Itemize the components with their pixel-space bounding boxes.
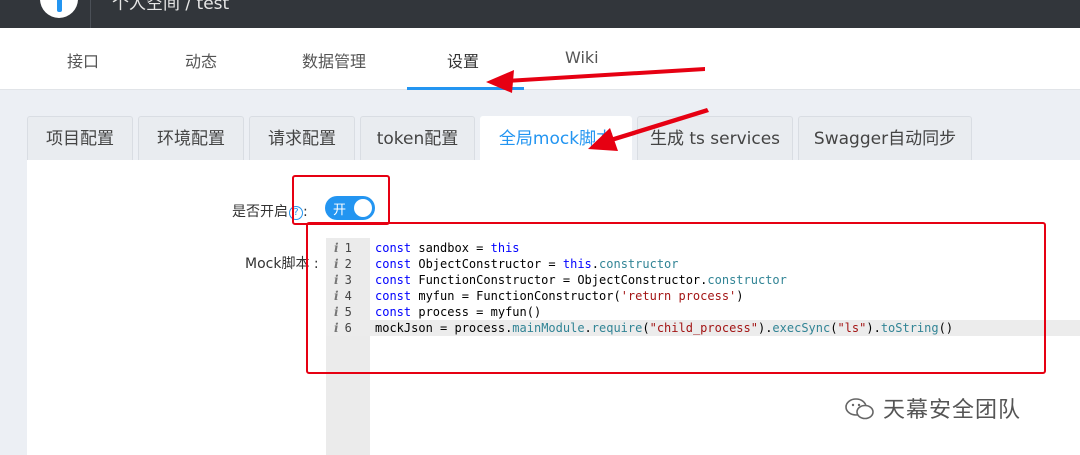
- app-logo-icon[interactable]: [40, 0, 78, 18]
- breadcrumb[interactable]: 个人空间 / test: [112, 0, 229, 14]
- tab-project-config[interactable]: 项目配置: [27, 116, 133, 160]
- tab-global-mock-script[interactable]: 全局mock脚本: [480, 116, 632, 161]
- subnav-item-data-management[interactable]: 数据管理: [302, 48, 366, 72]
- enable-label-text: 是否开启: [232, 204, 288, 220]
- subnav-item-activity[interactable]: 动态: [185, 48, 217, 72]
- subnav-active-indicator: [407, 87, 524, 90]
- watermark: 天幕安全团队: [845, 392, 1021, 424]
- header-divider: [90, 0, 91, 28]
- tab-swagger-auto-sync[interactable]: Swagger自动同步: [798, 116, 972, 160]
- subnav-item-interface[interactable]: 接口: [67, 48, 99, 72]
- tab-token-config[interactable]: token配置: [360, 116, 475, 160]
- annotation-box-toggle: [292, 175, 390, 225]
- annotation-box-code: [306, 222, 1046, 374]
- watermark-text: 天幕安全团队: [883, 398, 1022, 423]
- subnav-item-wiki[interactable]: Wiki: [565, 48, 599, 67]
- tab-generate-ts-services[interactable]: 生成 ts services: [637, 116, 793, 160]
- tab-environment-config[interactable]: 环境配置: [138, 116, 244, 160]
- wechat-icon: [845, 398, 874, 420]
- tab-request-config[interactable]: 请求配置: [249, 116, 355, 160]
- project-subnav: 接口 动态 数据管理 设置 Wiki: [0, 28, 1080, 90]
- subnav-item-settings[interactable]: 设置: [447, 48, 479, 72]
- top-header-bar: 个人空间 / test: [0, 0, 1080, 28]
